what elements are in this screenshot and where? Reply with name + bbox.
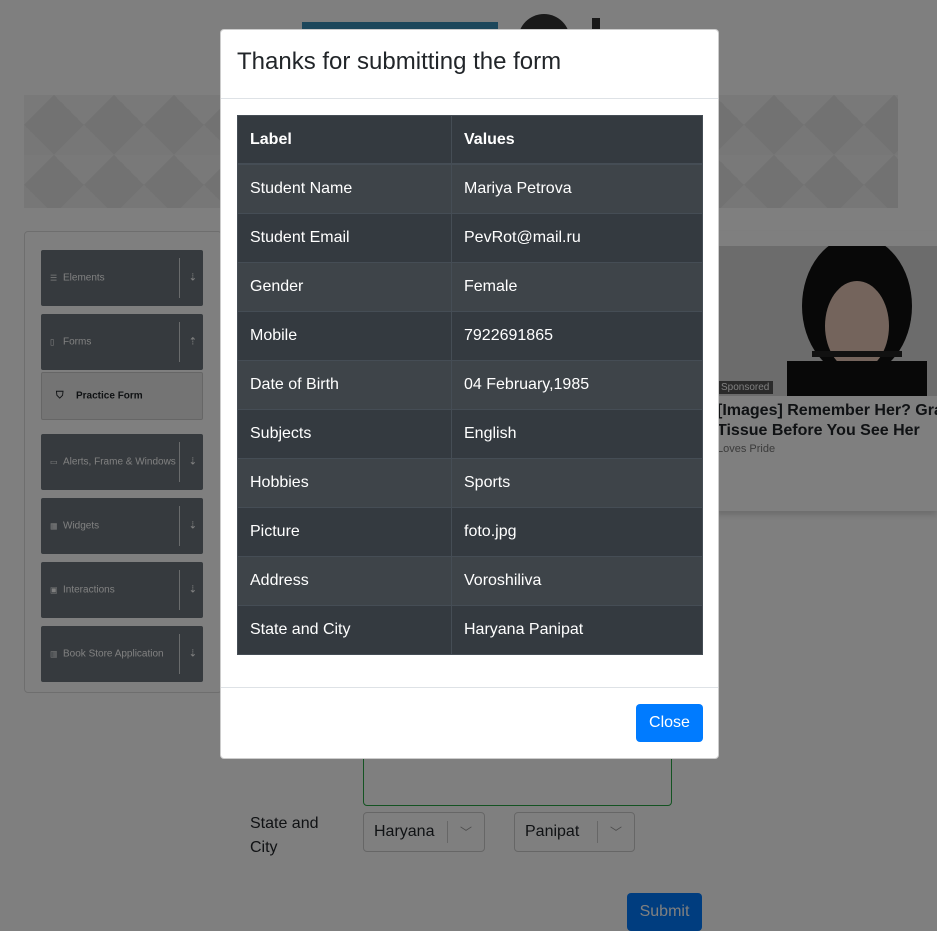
row-value: foto.jpg — [451, 507, 703, 557]
modal-header: Thanks for submitting the form — [221, 30, 718, 99]
table-row: Subjects English — [237, 409, 703, 459]
modal-body: Label Values Student Name Mariya Petrova … — [237, 115, 703, 655]
close-button[interactable]: Close — [636, 704, 703, 742]
table-row: State and City Haryana Panipat — [237, 605, 703, 655]
table-header-row: Label Values — [237, 115, 703, 165]
column-header: Values — [451, 115, 703, 165]
table-row: Mobile 7922691865 — [237, 311, 703, 361]
table-row: Hobbies Sports — [237, 458, 703, 508]
row-label: Gender — [237, 262, 452, 312]
column-header: Label — [237, 115, 452, 165]
row-value: Sports — [451, 458, 703, 508]
table-row: Address Voroshiliva — [237, 556, 703, 606]
row-value: English — [451, 409, 703, 459]
row-value: 04 February,1985 — [451, 360, 703, 410]
table-row: Gender Female — [237, 262, 703, 312]
row-label: Mobile — [237, 311, 452, 361]
row-value: Mariya Petrova — [451, 163, 703, 214]
table-row: Student Name Mariya Petrova — [237, 163, 703, 214]
row-label: State and City — [237, 605, 452, 655]
row-label: Subjects — [237, 409, 452, 459]
row-label: Picture — [237, 507, 452, 557]
row-value: Haryana Panipat — [451, 605, 703, 655]
results-table: Label Values Student Name Mariya Petrova … — [237, 115, 703, 655]
row-label: Hobbies — [237, 458, 452, 508]
row-label: Student Email — [237, 213, 452, 263]
modal-title: Thanks for submitting the form — [237, 48, 562, 75]
row-value: Female — [451, 262, 703, 312]
row-value: Voroshiliva — [451, 556, 703, 606]
row-value: PevRot@mail.ru — [451, 213, 703, 263]
table-row: Picture foto.jpg — [237, 507, 703, 557]
row-label: Address — [237, 556, 452, 606]
modal-footer: Close — [221, 687, 718, 758]
table-row: Date of Birth 04 February,1985 — [237, 360, 703, 410]
submission-modal: Thanks for submitting the form Label Val… — [220, 29, 719, 759]
row-label: Date of Birth — [237, 360, 452, 410]
table-row: Student Email PevRot@mail.ru — [237, 213, 703, 263]
row-value: 7922691865 — [451, 311, 703, 361]
row-label: Student Name — [237, 163, 452, 214]
